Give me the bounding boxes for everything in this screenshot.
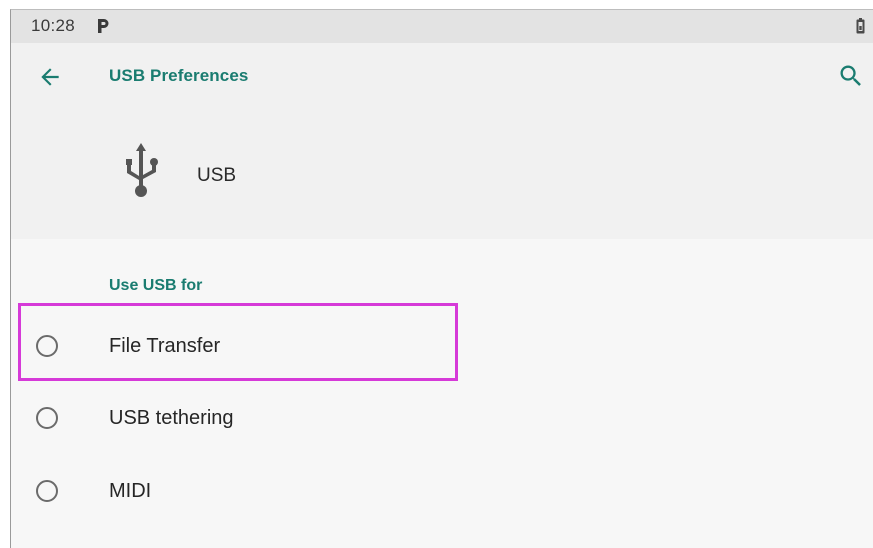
option-midi[interactable]: MIDI xyxy=(11,456,873,528)
status-time: 10:28 xyxy=(31,16,76,35)
option-usb-tethering[interactable]: USB tethering xyxy=(11,383,873,455)
radio-button[interactable] xyxy=(36,480,58,502)
option-label: USB tethering xyxy=(109,407,234,429)
app-header: USB Preferences USB xyxy=(11,43,873,239)
option-file-transfer[interactable]: File Transfer xyxy=(11,311,873,383)
preferences-list: Use USB for File Transfer USB tethering … xyxy=(11,239,873,548)
arrow-left-icon[interactable] xyxy=(37,64,63,90)
device-screen: 10:28 USB Preferences USB Use USB for Fi… xyxy=(10,9,873,548)
option-label: MIDI xyxy=(109,480,152,502)
section-title: Use USB for xyxy=(109,277,203,294)
search-icon[interactable] xyxy=(837,62,865,90)
radio-button[interactable] xyxy=(36,407,58,429)
parking-p-icon xyxy=(98,19,109,33)
page-title: USB Preferences xyxy=(109,66,249,85)
status-bar: 10:28 xyxy=(11,10,873,43)
radio-button[interactable] xyxy=(36,335,58,357)
option-label: File Transfer xyxy=(109,335,221,357)
usb-icon xyxy=(126,143,158,197)
device-label: USB xyxy=(197,165,237,186)
battery-icon xyxy=(856,18,865,34)
